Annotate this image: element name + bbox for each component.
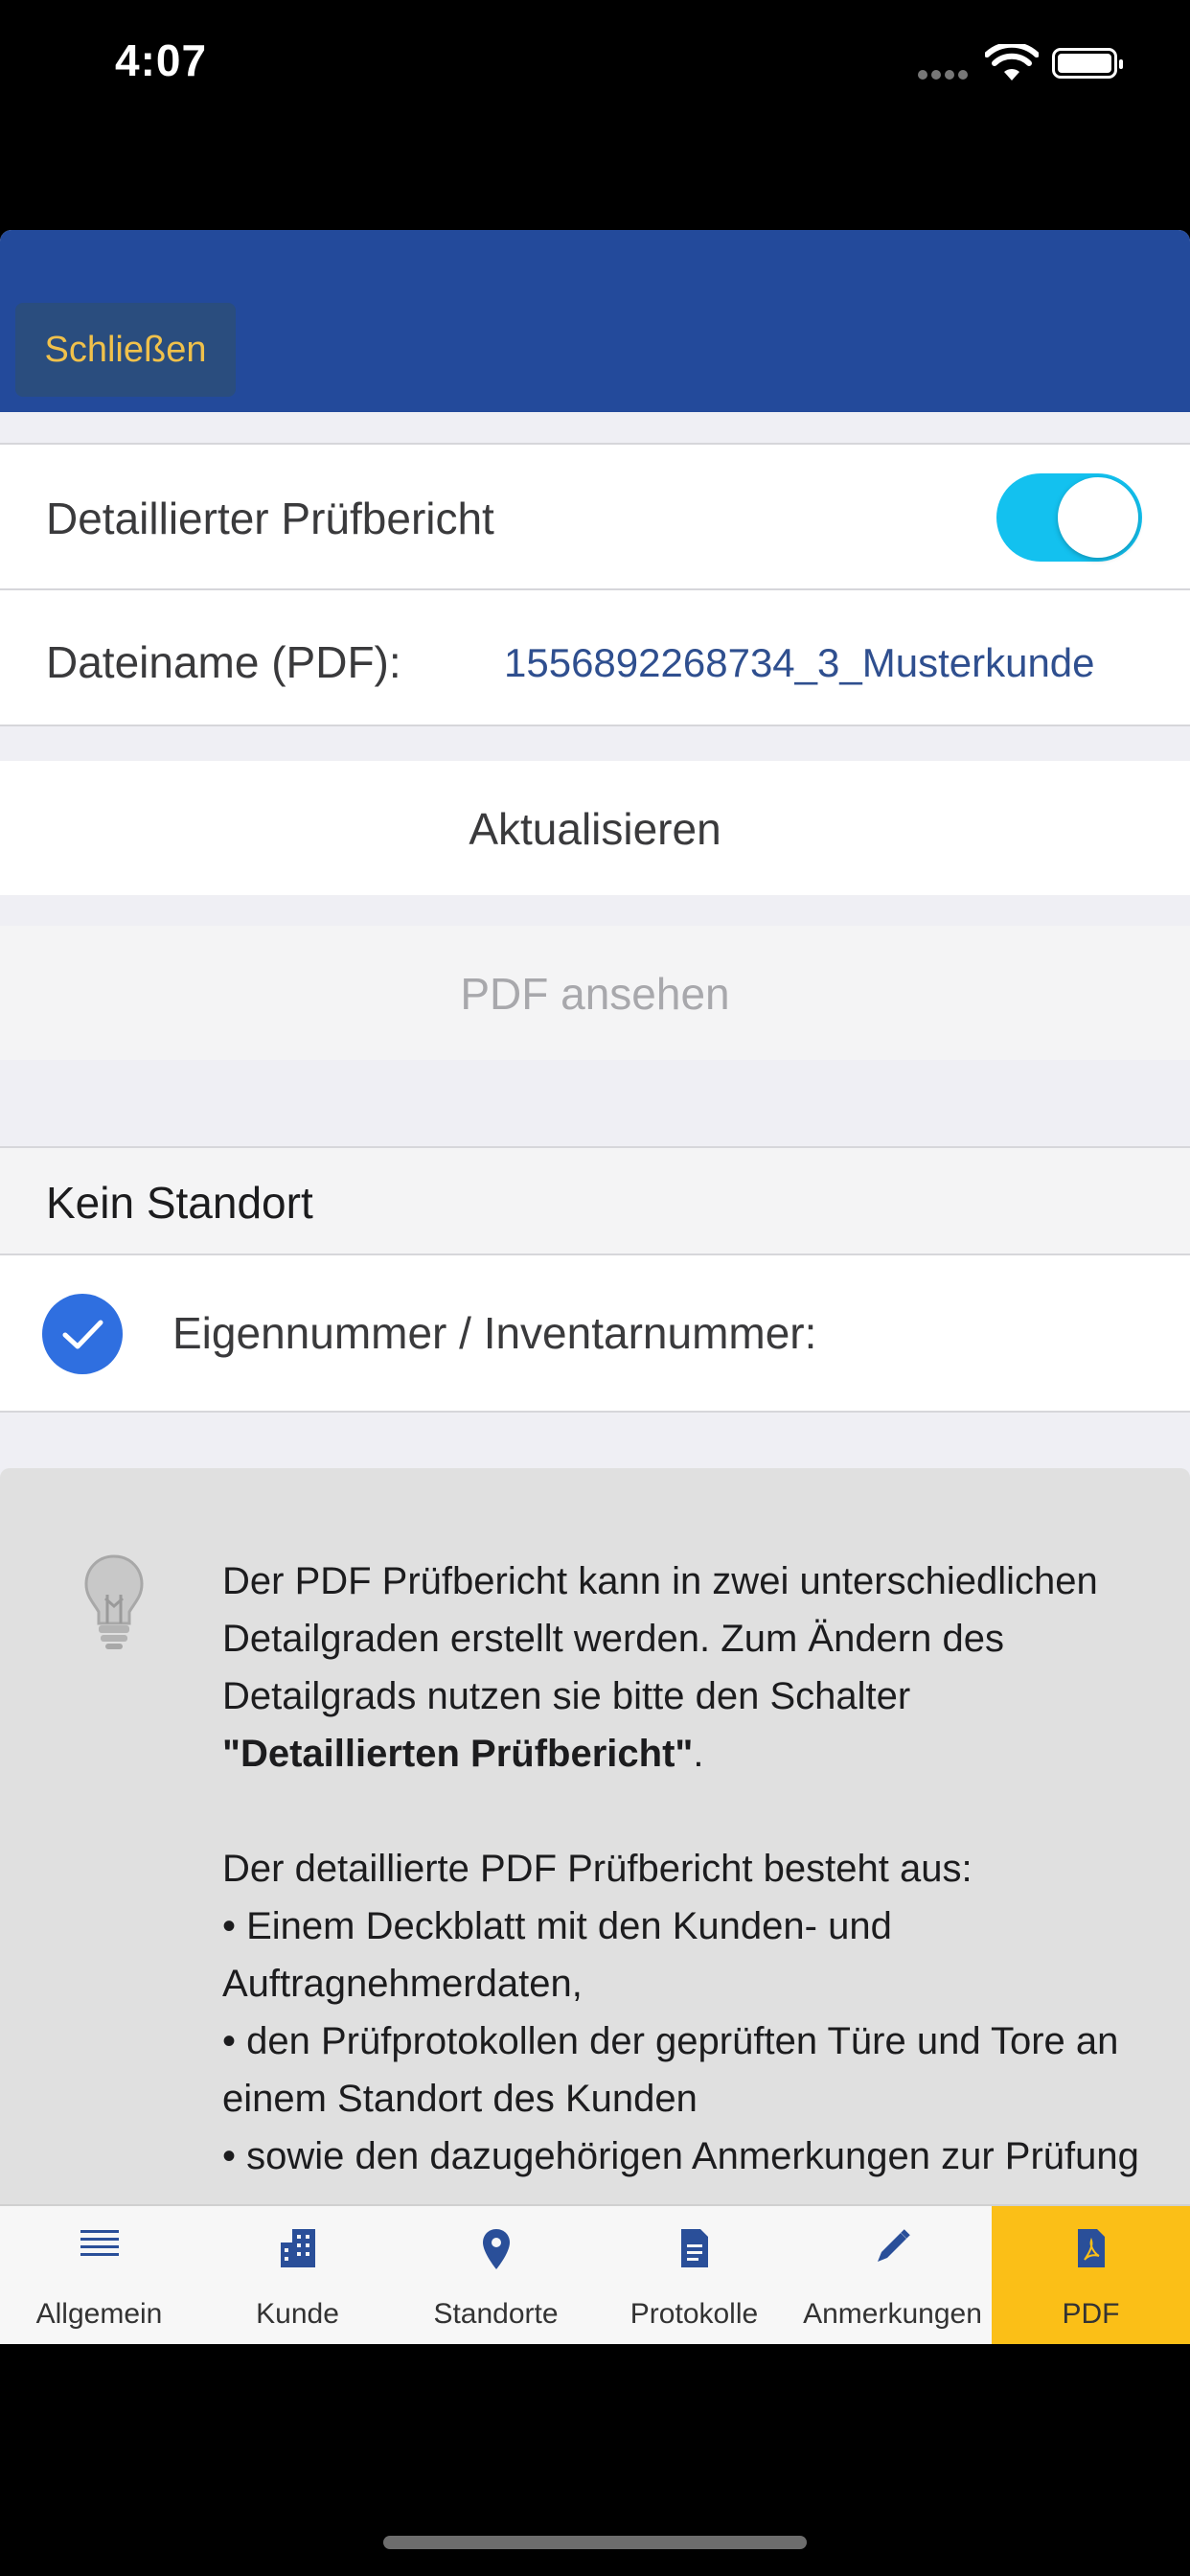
update-button-label: Aktualisieren [469,804,721,854]
info-bullet-3: • sowie den dazugehörigen Anmerkungen zu… [222,2135,1139,2177]
view-pdf-button-label: PDF ansehen [460,969,730,1019]
location-section-title: Kein Standort [46,1178,313,1228]
info-paragraph-2-intro: Der detaillierte PDF Prüfbericht besteht… [222,1848,973,1890]
divider [0,724,1190,726]
info-bold-toggle-name: "Detaillierten Prüfbericht" [222,1733,694,1775]
divider [0,1411,1190,1413]
list-icon [80,2230,119,2256]
signal-dots-icon [918,67,972,84]
location-pin-icon [482,2229,510,2269]
tab-bar: Allgemein Kunde Standorte Protokolle Anm… [0,2204,1190,2344]
inventory-item-row[interactable]: Eigennummer / Inventarnummer: [0,1255,1190,1411]
document-icon [680,2229,708,2267]
pdf-icon [1077,2229,1105,2267]
info-bullet-2: • den Prüfprotokollen der geprüften Türe… [222,2020,1119,2120]
tab-protokolle[interactable]: Protokolle [595,2206,793,2344]
tab-pdf[interactable]: PDF [992,2206,1190,2344]
pdf-sheet: Schließen Detaillierter Prüfbericht Date… [0,230,1190,2344]
update-button[interactable]: Aktualisieren [0,761,1190,895]
info-bullet-1: • Einem Deckblatt mit den Kunden- und Au… [222,1905,892,2005]
building-icon [280,2229,315,2267]
battery-icon [1052,48,1123,79]
location-section-header: Kein Standort [0,1148,1190,1254]
detailed-report-toggle[interactable] [996,473,1142,562]
view-pdf-button[interactable]: PDF ansehen [0,926,1190,1060]
filename-value[interactable]: 1556892268734_3_Musterkunde [504,640,1095,686]
info-paragraph-1: Der PDF Prüfbericht kann in zwei untersc… [222,1560,1098,1775]
tab-standorte[interactable]: Standorte [397,2206,595,2344]
home-indicator [383,2536,807,2549]
detailed-report-label: Detaillierter Prüfbericht [46,494,494,543]
lightbulb-icon [84,1554,144,1649]
checkmark-icon[interactable] [42,1294,123,1374]
header-bar: Schließen [0,230,1190,412]
tab-allgemein[interactable]: Allgemein [0,2206,198,2344]
pencil-icon [877,2229,910,2262]
filename-label: Dateiname (PDF): [46,637,401,687]
inventory-item-label: Eigennummer / Inventarnummer: [172,1308,817,1358]
tab-kunde[interactable]: Kunde [198,2206,397,2344]
wifi-icon [985,44,1039,80]
status-time: 4:07 [115,35,208,85]
status-bar: 4:07 [0,0,1190,134]
close-button[interactable]: Schließen [15,303,236,397]
tab-anmerkungen[interactable]: Anmerkungen [793,2206,992,2344]
info-text: Der PDF Prüfbericht kann in zwei untersc… [222,1552,1142,2185]
